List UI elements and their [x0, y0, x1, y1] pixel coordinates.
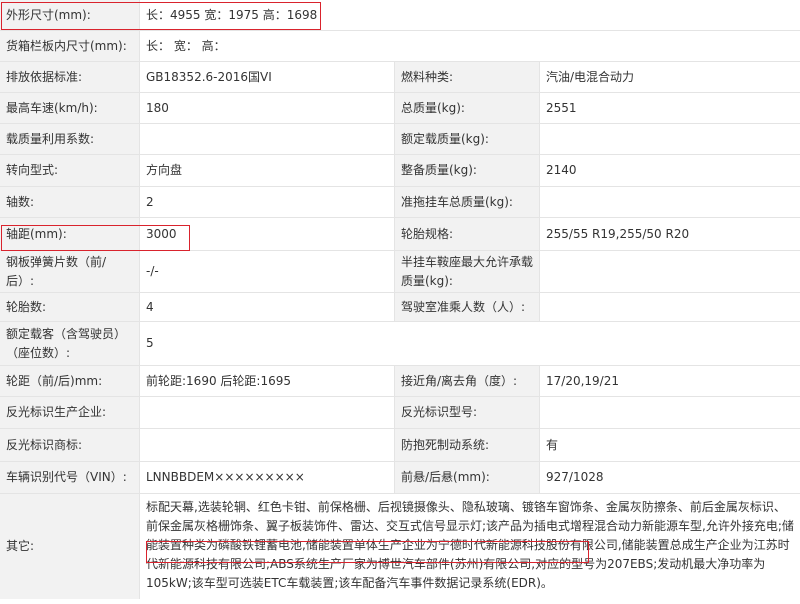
spec-label: 货箱栏板内尺寸(mm):	[0, 31, 140, 61]
spec-label: 前悬/后悬(mm):	[395, 462, 540, 493]
spec-label: 燃料种类:	[395, 62, 540, 92]
spec-label: 防抱死制动系统:	[395, 429, 540, 461]
spec-value: LNNBBDEM×××××××××	[140, 462, 395, 493]
spec-value	[140, 397, 395, 428]
spec-row-other: 其它: 标配天幕,选装轮辋、红色卡钳、前保格栅、后视镜摄像头、隐私玻璃、镀铬车窗饰…	[0, 494, 800, 599]
spec-value: 5	[140, 322, 800, 365]
spec-row: 车辆识别代号（VIN）: LNNBBDEM××××××××× 前悬/后悬(mm): 9…	[0, 462, 800, 494]
spec-label: 轴距(mm):	[0, 218, 140, 250]
spec-label: 额定载客（含驾驶员）（座位数）:	[0, 322, 140, 365]
spec-label: 半挂车鞍座最大允许承载质量(kg):	[395, 251, 540, 292]
spec-label: 反光标识型号:	[395, 397, 540, 428]
spec-row: 转向型式: 方向盘 整备质量(kg): 2140	[0, 155, 800, 187]
spec-value: 180	[140, 93, 395, 123]
spec-label: 最高车速(km/h):	[0, 93, 140, 123]
spec-value: 前轮距:1690 后轮距:1695	[140, 366, 395, 396]
spec-value	[540, 293, 800, 321]
spec-label: 整备质量(kg):	[395, 155, 540, 186]
spec-value: 2	[140, 187, 395, 217]
spec-label: 外形尺寸(mm):	[0, 0, 140, 30]
spec-row: 轴数: 2 准拖挂车总质量(kg):	[0, 187, 800, 218]
spec-value: 4	[140, 293, 395, 321]
spec-row: 轮距（前/后)mm: 前轮距:1690 后轮距:1695 接近角/离去角（度）: 17…	[0, 366, 800, 397]
spec-value	[540, 187, 800, 217]
spec-label: 反光标识生产企业:	[0, 397, 140, 428]
spec-value: 17/20,19/21	[540, 366, 800, 396]
spec-value	[540, 251, 800, 292]
spec-value: 927/1028	[540, 462, 800, 493]
spec-value	[140, 429, 395, 461]
spec-value: GB18352.6-2016国VI	[140, 62, 395, 92]
spec-label: 转向型式:	[0, 155, 140, 186]
spec-row: 轮胎数: 4 驾驶室准乘人数（人）:	[0, 293, 800, 322]
spec-value	[140, 124, 395, 154]
spec-value: 长： 宽： 高：	[140, 31, 800, 61]
spec-label: 其它:	[0, 494, 140, 599]
spec-value: 2551	[540, 93, 800, 123]
spec-label: 接近角/离去角（度）:	[395, 366, 540, 396]
spec-row: 外形尺寸(mm): 长：4955 宽：1975 高：1698	[0, 0, 800, 31]
spec-value: 有	[540, 429, 800, 461]
spec-label: 轮距（前/后)mm:	[0, 366, 140, 396]
spec-value-other: 标配天幕,选装轮辋、红色卡钳、前保格栅、后视镜摄像头、隐私玻璃、镀铬车窗饰条、金…	[140, 494, 800, 599]
spec-value: 3000	[140, 218, 395, 250]
spec-row: 排放依据标准: GB18352.6-2016国VI 燃料种类: 汽油/电混合动力	[0, 62, 800, 93]
spec-value: 2140	[540, 155, 800, 186]
spec-value: 255/55 R19,255/50 R20	[540, 218, 800, 250]
spec-label: 反光标识商标:	[0, 429, 140, 461]
spec-label: 排放依据标准:	[0, 62, 140, 92]
spec-value	[540, 397, 800, 428]
spec-label: 轮胎数:	[0, 293, 140, 321]
spec-value: 方向盘	[140, 155, 395, 186]
spec-row: 反光标识生产企业: 反光标识型号:	[0, 397, 800, 429]
spec-value	[540, 124, 800, 154]
spec-label: 驾驶室准乘人数（人）:	[395, 293, 540, 321]
spec-label: 车辆识别代号（VIN）:	[0, 462, 140, 493]
spec-label: 轴数:	[0, 187, 140, 217]
spec-row: 最高车速(km/h): 180 总质量(kg): 2551	[0, 93, 800, 124]
spec-row: 额定载客（含驾驶员）（座位数）: 5	[0, 322, 800, 366]
spec-label: 总质量(kg):	[395, 93, 540, 123]
spec-row: 载质量利用系数: 额定载质量(kg):	[0, 124, 800, 155]
spec-row: 货箱栏板内尺寸(mm): 长： 宽： 高：	[0, 31, 800, 62]
spec-label: 准拖挂车总质量(kg):	[395, 187, 540, 217]
vehicle-spec-table: 外形尺寸(mm): 长：4955 宽：1975 高：1698 货箱栏板内尺寸(mm)…	[0, 0, 800, 599]
spec-label: 钢板弹簧片数（前/后）:	[0, 251, 140, 292]
spec-label: 轮胎规格:	[395, 218, 540, 250]
spec-row: 反光标识商标: 防抱死制动系统: 有	[0, 429, 800, 462]
spec-row: 钢板弹簧片数（前/后）: -/- 半挂车鞍座最大允许承载质量(kg):	[0, 251, 800, 293]
spec-label: 额定载质量(kg):	[395, 124, 540, 154]
spec-row: 轴距(mm): 3000 轮胎规格: 255/55 R19,255/50 R20	[0, 218, 800, 251]
spec-value: 汽油/电混合动力	[540, 62, 800, 92]
spec-label: 载质量利用系数:	[0, 124, 140, 154]
spec-value: 长：4955 宽：1975 高：1698	[140, 0, 800, 30]
spec-value: -/-	[140, 251, 395, 292]
